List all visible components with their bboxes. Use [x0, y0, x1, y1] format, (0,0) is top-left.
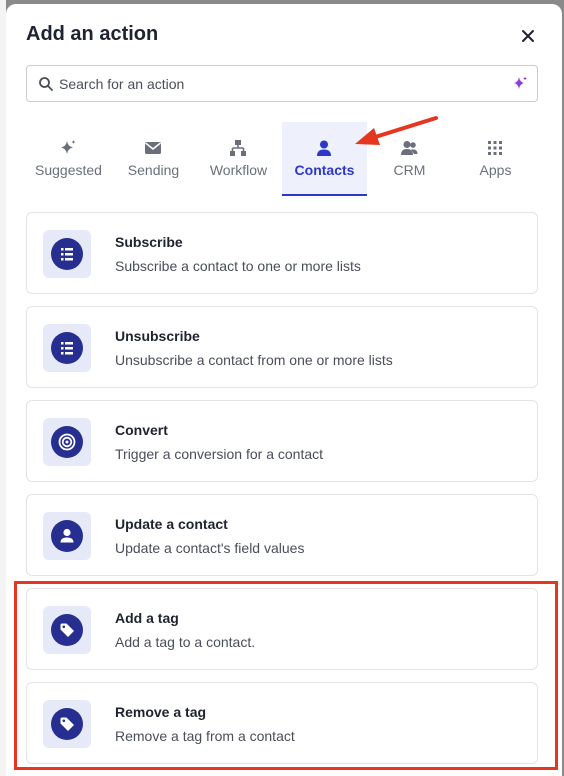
action-title: Remove a tag — [115, 704, 207, 720]
action-description: Update a contact's field values — [115, 540, 305, 556]
action-description: Unsubscribe a contact from one or more l… — [115, 352, 393, 368]
envelope-icon — [145, 142, 161, 154]
tab-label: Contacts — [294, 162, 355, 178]
ai-sparkle-icon[interactable] — [511, 75, 529, 93]
tab-workflow[interactable]: Workflow — [196, 122, 281, 196]
category-tabs: Suggested Sending Workflow Contacts CRM … — [26, 122, 538, 196]
tab-apps[interactable]: Apps — [453, 122, 538, 196]
people-icon — [401, 141, 418, 155]
action-icon-box — [43, 606, 91, 654]
action-description: Add a tag to a contact. — [115, 634, 256, 650]
tab-label: Suggested — [35, 162, 102, 178]
search-input[interactable] — [59, 71, 499, 97]
target-icon — [51, 426, 83, 458]
tab-label: Workflow — [209, 162, 268, 178]
action-card-remove-tag[interactable]: Remove a tag Remove a tag from a contact — [26, 682, 538, 764]
sparkle-icon — [61, 140, 76, 154]
workflow-icon — [230, 140, 246, 156]
close-icon — [522, 30, 534, 42]
action-title: Subscribe — [115, 234, 183, 250]
search-icon — [39, 77, 53, 91]
action-card-add-tag[interactable]: Add a tag Add a tag to a contact. — [26, 588, 538, 670]
person-icon — [51, 520, 83, 552]
action-title: Add a tag — [115, 610, 179, 626]
action-icon-box — [43, 230, 91, 278]
tab-contacts[interactable]: Contacts — [282, 122, 367, 196]
action-title: Update a contact — [115, 516, 228, 532]
search-box — [26, 65, 538, 102]
action-card-subscribe[interactable]: Subscribe Subscribe a contact to one or … — [26, 212, 538, 294]
action-icon-box — [43, 700, 91, 748]
tab-label: CRM — [393, 162, 426, 178]
action-icon-box — [43, 512, 91, 560]
list-icon — [51, 332, 83, 364]
action-description: Remove a tag from a contact — [115, 728, 295, 744]
close-button[interactable] — [516, 24, 540, 48]
person-icon — [317, 140, 331, 156]
tab-label: Sending — [127, 162, 180, 178]
action-icon-box — [43, 324, 91, 372]
action-card-unsubscribe[interactable]: Unsubscribe Unsubscribe a contact from o… — [26, 306, 538, 388]
action-card-update-contact[interactable]: Update a contact Update a contact's fiel… — [26, 494, 538, 576]
add-action-modal: Add an action Search for an action Sugge… — [6, 4, 562, 776]
action-title: Unsubscribe — [115, 328, 200, 344]
grid-icon — [488, 141, 502, 155]
tab-suggested[interactable]: Suggested — [26, 122, 111, 196]
modal-title: Add an action — [26, 23, 159, 45]
tag-icon — [51, 614, 83, 646]
action-icon-box — [43, 418, 91, 466]
tab-label: Apps — [479, 162, 512, 178]
action-card-convert[interactable]: Convert Trigger a conversion for a conta… — [26, 400, 538, 482]
tab-sending[interactable]: Sending — [111, 122, 196, 196]
action-description: Subscribe a contact to one or more lists — [115, 258, 361, 274]
tag-icon — [51, 708, 83, 740]
tab-crm[interactable]: CRM — [367, 122, 452, 196]
action-title: Convert — [115, 422, 168, 438]
action-description: Trigger a conversion for a contact — [115, 446, 324, 462]
list-icon — [51, 238, 83, 270]
